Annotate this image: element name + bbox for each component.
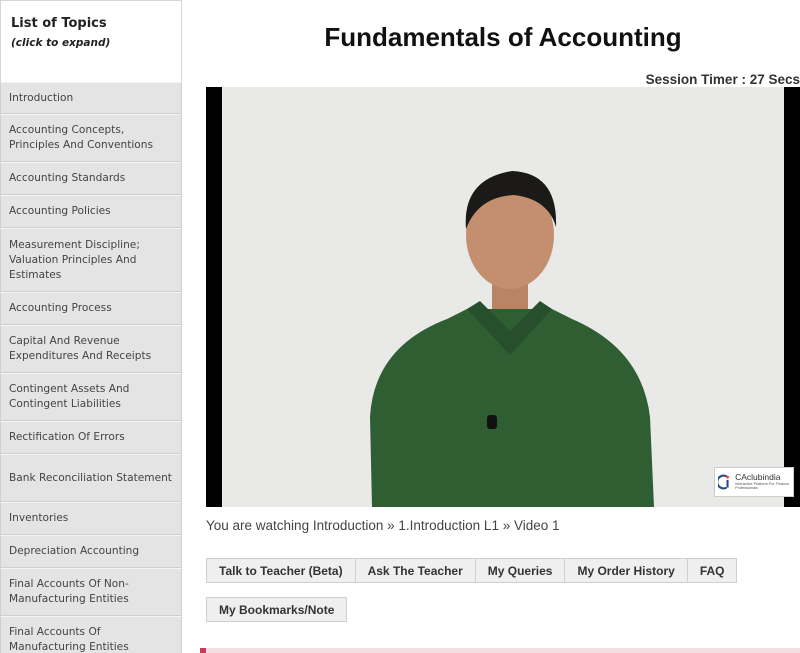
my-queries-button[interactable]: My Queries <box>474 558 566 583</box>
topic-label: Accounting Standards <box>9 172 126 184</box>
my-order-history-button[interactable]: My Order History <box>564 558 688 583</box>
topic-item-accounting-standards[interactable]: Accounting Standards <box>0 162 182 195</box>
video-frame <box>222 87 784 507</box>
topic-item-capital-revenue[interactable]: Capital And Revenue Expenditures And Rec… <box>0 325 182 373</box>
topic-label: Inventories <box>9 512 69 524</box>
topic-item-accounting-policies[interactable]: Accounting Policies <box>0 195 182 228</box>
topic-label: Final Accounts Of Manufacturing Entities <box>9 626 129 653</box>
topic-label: Accounting Policies <box>9 205 111 217</box>
sidebar-title: List of Topics <box>11 16 107 31</box>
page-title: Fundamentals of Accounting <box>324 22 682 52</box>
topic-label: Accounting Concepts, Principles And Conv… <box>9 124 154 151</box>
topic-label: Final Accounts Of Non-Manufacturing Enti… <box>9 578 129 605</box>
topics-sidebar: List of Topics (click to expand) Introdu… <box>0 0 182 653</box>
topic-label: Rectification Of Errors <box>9 431 125 443</box>
topic-item-accounting-process[interactable]: Accounting Process <box>0 292 182 325</box>
topic-item-depreciation[interactable]: Depreciation Accounting <box>0 535 182 568</box>
session-timer: Session Timer : 27 Secs <box>645 72 800 87</box>
topic-item-introduction[interactable]: Introduction <box>0 82 182 114</box>
topic-label: Accounting Process <box>9 302 112 314</box>
logo-tagline: Interactive Platform For Finance Profess… <box>735 481 790 490</box>
topic-item-inventories[interactable]: Inventories <box>0 502 182 535</box>
video-player[interactable]: CAclubindia Interactive Platform For Fin… <box>206 87 800 507</box>
bottom-accent-bar <box>200 648 800 653</box>
main-content: Fundamentals of Accounting Session Timer… <box>206 0 800 653</box>
watching-breadcrumb: You are watching Introduction » 1.Introd… <box>206 518 560 533</box>
topic-label: Contingent Assets And Contingent Liabili… <box>9 383 130 410</box>
topic-list: Introduction Accounting Concepts, Princi… <box>0 82 182 653</box>
topic-label: Depreciation Accounting <box>9 545 140 557</box>
topic-item-bank-reconciliation[interactable]: Bank Reconciliation Statement <box>0 454 182 502</box>
sidebar-subtitle: (click to expand) <box>11 37 111 49</box>
topic-item-final-accounts-manufacturing[interactable]: Final Accounts Of Manufacturing Entities <box>0 616 182 653</box>
logo-name: CAclubindia <box>735 472 781 483</box>
logo-mark-icon <box>718 474 729 490</box>
topic-label: Introduction <box>9 91 74 104</box>
faq-button[interactable]: FAQ <box>686 558 738 583</box>
topic-label: Measurement Discipline; Valuation Princi… <box>9 238 140 281</box>
secondary-button-row: My Bookmarks/Note <box>206 597 348 622</box>
sidebar-header[interactable]: List of Topics (click to expand) <box>0 0 182 82</box>
topic-label: Bank Reconciliation Statement <box>9 471 172 484</box>
ask-the-teacher-button[interactable]: Ask The Teacher <box>354 558 476 583</box>
action-button-row: Talk to Teacher (Beta) Ask The Teacher M… <box>206 558 738 583</box>
topic-item-rectification-errors[interactable]: Rectification Of Errors <box>0 421 182 454</box>
caclubindia-logo: CAclubindia Interactive Platform For Fin… <box>714 467 794 497</box>
topic-item-measurement-discipline[interactable]: Measurement Discipline; Valuation Princi… <box>0 228 182 292</box>
talk-to-teacher-button[interactable]: Talk to Teacher (Beta) <box>206 558 356 583</box>
topic-item-contingent-assets[interactable]: Contingent Assets And Contingent Liabili… <box>0 373 182 421</box>
topic-item-final-accounts-non-manufacturing[interactable]: Final Accounts Of Non-Manufacturing Enti… <box>0 568 182 616</box>
topic-item-accounting-concepts[interactable]: Accounting Concepts, Principles And Conv… <box>0 114 182 162</box>
topic-label: Capital And Revenue Expenditures And Rec… <box>9 335 152 362</box>
my-bookmarks-button[interactable]: My Bookmarks/Note <box>206 597 348 622</box>
